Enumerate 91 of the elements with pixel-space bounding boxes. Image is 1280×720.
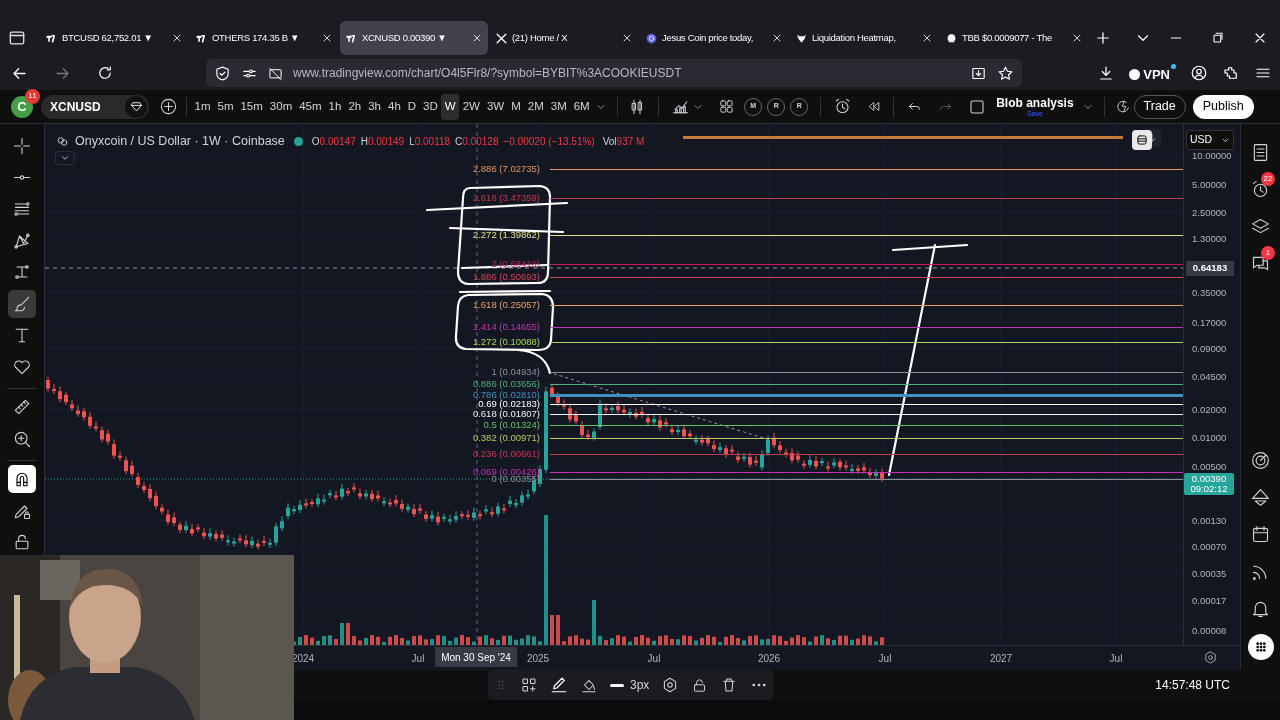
price-tick-label: 0.00017 bbox=[1192, 594, 1227, 608]
browser-tab[interactable]: OTHERS 174.35 B ▼ bbox=[190, 21, 338, 55]
price-tick-label: 0.09000 bbox=[1192, 342, 1227, 356]
line-width-button[interactable]: 3px bbox=[610, 676, 650, 694]
interval-button[interactable]: 3W bbox=[483, 93, 508, 120]
price-tick-label: 5.00000 bbox=[1192, 178, 1227, 192]
url-text: www.tradingview.com/chart/O4l5Flr8/?symbol=BYBIT%3ACOOKIEUSDT bbox=[293, 65, 682, 82]
tab-title: Jesus Coin price today, bbox=[662, 30, 755, 45]
fib-level-label: 0.236 (0.00661) bbox=[472, 449, 540, 459]
interval-button[interactable]: 45m bbox=[295, 93, 326, 120]
tab-title: BTCUSD 62,752.01 ▼ bbox=[62, 30, 154, 45]
price-tick-label: 0.00500 bbox=[1192, 460, 1227, 474]
interval-button[interactable]: 3h bbox=[364, 93, 385, 120]
time-tick-label: 2025 bbox=[526, 652, 550, 666]
clock-text[interactable]: 14:57:48 UTC bbox=[1155, 676, 1230, 694]
ohlc-value: H0.00149 bbox=[360, 134, 405, 149]
interval-button[interactable]: D bbox=[404, 93, 420, 120]
fib-level-label: 1.414 (0.14655) bbox=[472, 322, 540, 332]
price-tick-label: 10.00000 bbox=[1192, 149, 1232, 163]
price-tick-label: 0.35000 bbox=[1192, 286, 1227, 300]
browser-tab[interactable]: XCNUSD 0.00390 ▼ bbox=[340, 21, 488, 55]
volume-value: Vol937 M bbox=[602, 134, 645, 149]
tab-title: OTHERS 174.35 B ▼ bbox=[212, 30, 301, 45]
last-price-label: 0.00390 09:02:12 bbox=[1184, 473, 1234, 495]
fib-level-label: 2.618 (3.47359) bbox=[472, 193, 540, 203]
address-field[interactable]: www.tradingview.com/chart/O4l5Flr8/?symbol=BYBIT%3ACOOKIEUSDT bbox=[206, 59, 1022, 87]
interval-button[interactable]: W bbox=[441, 93, 460, 120]
currency-dropdown[interactable]: USD bbox=[1186, 130, 1234, 150]
interval-button[interactable]: 2h bbox=[344, 93, 365, 120]
interval-button[interactable]: 5m bbox=[214, 93, 237, 120]
symbol-title[interactable]: Onyxcoin / US Dollar · 1W · Coinbase bbox=[75, 132, 285, 151]
ohlc-value: C0.00128 bbox=[455, 134, 499, 149]
ohlc-value: L0.00118 bbox=[409, 134, 451, 149]
browser-tab[interactable]: Jesus Coin price today, bbox=[640, 21, 788, 55]
browser-tab[interactable]: (21) Home / X bbox=[490, 21, 638, 55]
interval-button[interactable]: 3M bbox=[547, 93, 571, 120]
interval-button[interactable]: M bbox=[507, 93, 525, 120]
interval-button[interactable]: 4h bbox=[384, 93, 405, 120]
interval-button[interactable]: 3D bbox=[419, 93, 442, 120]
fib-level-label: 0.382 (0.00971) bbox=[472, 433, 540, 443]
count-badge: 1 bbox=[1261, 246, 1275, 260]
interval-button[interactable]: 15m bbox=[236, 93, 267, 120]
fib-level-label: 1.618 (0.25057) bbox=[472, 300, 540, 310]
time-tick-label: 2026 bbox=[757, 652, 781, 666]
time-tick-label: Jul bbox=[647, 652, 661, 666]
price-tick-label: 0.01000 bbox=[1192, 431, 1227, 445]
fib-level-label: 0.69 (0.02183) bbox=[478, 399, 540, 409]
price-tick-label: 0.00130 bbox=[1192, 514, 1227, 528]
time-tick-label: Jul bbox=[878, 652, 892, 666]
layout-name[interactable]: Blob analysis bbox=[996, 96, 1074, 109]
count-badge: 22 bbox=[1261, 172, 1275, 186]
price-tick-label: 0.02000 bbox=[1192, 403, 1227, 417]
browser-tab[interactable]: BTCUSD 62,752.01 ▼ bbox=[40, 21, 188, 55]
fib-level-label: 2.272 (1.39862) bbox=[472, 230, 540, 240]
fib-level-label: 2.886 (7.02735) bbox=[472, 164, 540, 174]
tab-title: TBB $0.0009077 - The bbox=[962, 30, 1053, 45]
price-change: −0.00020 (−13.51%) bbox=[503, 134, 595, 149]
interval-button[interactable]: 1h bbox=[325, 93, 345, 120]
price-tick-label: 0.00035 bbox=[1192, 567, 1227, 581]
fib-level-label: 0.618 (0.01807) bbox=[472, 409, 540, 419]
price-tick-label: 2.50000 bbox=[1192, 206, 1227, 220]
price-tick-label: 0.17000 bbox=[1192, 316, 1227, 330]
fib-level-label: 1.272 (0.10088) bbox=[472, 337, 540, 347]
time-tick-label: 2027 bbox=[989, 652, 1013, 666]
time-tick-label: Jul bbox=[411, 652, 425, 666]
interval-button[interactable]: 30m bbox=[266, 93, 296, 120]
symbol-search-field[interactable]: XCNUSD bbox=[41, 94, 149, 119]
tab-title: XCNUSD 0.00390 ▼ bbox=[362, 30, 448, 45]
tab-title: (21) Home / X bbox=[512, 30, 569, 45]
crosshair-date-label: Mon 30 Sep '24 bbox=[435, 647, 517, 667]
interval-button[interactable]: 6M bbox=[570, 93, 594, 120]
tab-title: Liquidation Heatmap, bbox=[812, 30, 897, 45]
price-tick-label: 1.30000 bbox=[1192, 232, 1227, 246]
crosshair-price-label: 0.64183 bbox=[1186, 261, 1234, 276]
publish-button[interactable]: Publish bbox=[1192, 94, 1254, 119]
interval-button[interactable]: 1m bbox=[191, 93, 214, 120]
interval-button[interactable]: 2M bbox=[524, 93, 548, 120]
browser-tab[interactable]: Liquidation Heatmap, bbox=[790, 21, 938, 55]
interval-button[interactable]: 2W bbox=[459, 93, 484, 120]
fib-level-label: 1 (0.04934) bbox=[491, 367, 540, 377]
fib-level-label: 0.5 (0.01324) bbox=[483, 420, 540, 430]
fib-level-label: 0.886 (0.03656) bbox=[472, 379, 540, 389]
time-tick-label: Jul bbox=[1109, 652, 1123, 666]
browser-tab[interactable]: TBB $0.0009077 - The bbox=[940, 21, 1088, 55]
fib-level-label: 1.886 (0.50693) bbox=[472, 272, 540, 282]
vpn-button[interactable]: VPN bbox=[1129, 63, 1176, 83]
ohlc-value: O0.00147 bbox=[311, 134, 356, 149]
price-tick-label: 0.00008 bbox=[1192, 624, 1227, 638]
price-tick-label: 0.04500 bbox=[1192, 370, 1227, 384]
price-tick-label: 0.00070 bbox=[1192, 540, 1227, 554]
fib-level-label: 0.786 (0.02810) bbox=[472, 390, 540, 400]
